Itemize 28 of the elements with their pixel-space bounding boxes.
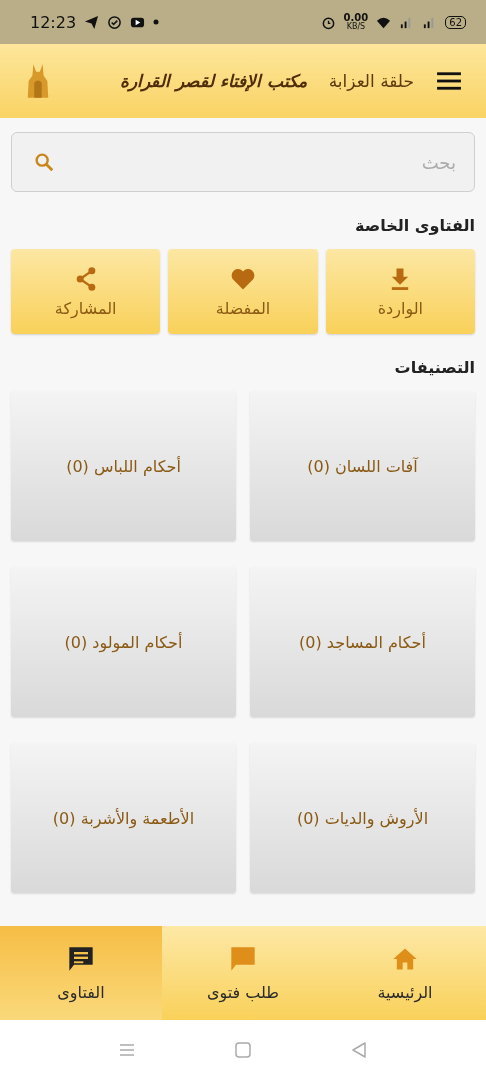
clock-time: 12:23 [30,12,77,32]
nav-tab[interactable]: طلب فتوى [162,926,324,1020]
check-circle-icon [107,14,123,30]
battery-level: 62 [445,15,466,29]
app-title: مكتب الإفتاء لقصر القرارة [118,71,307,91]
paper-plane-icon [84,14,100,30]
message-icon [67,944,95,973]
category-tile[interactable]: أحكام المساجد (0) [250,567,475,717]
header-subtitle: حلقة العزابة [328,71,414,91]
nav-tab[interactable]: الفتاوى [0,926,162,1020]
home-button-icon[interactable] [233,1040,253,1060]
shared-button[interactable]: المشاركة [11,249,161,334]
nav-tab[interactable]: الرئيسية [324,926,486,1020]
favorites-button[interactable]: المفضلة [168,249,318,334]
category-tile[interactable]: أحكام اللباس (0) [11,391,236,541]
search-field[interactable]: بحث [11,132,475,192]
back-icon[interactable] [349,1040,369,1060]
notification-dot-icon [153,19,160,25]
network-speed: 0.00 KB/S [343,13,369,31]
category-tile[interactable]: الأروش والديات (0) [250,743,475,893]
section-title: التصنيفات [393,358,475,377]
category-tile[interactable]: الأطعمة والأشربة (0) [11,743,236,893]
section-title: الفتاوى الخاصة [354,216,475,235]
category-tile[interactable]: أحكام المولود (0) [11,567,236,717]
inbox-button[interactable]: الواردة [325,249,475,334]
category-tile[interactable]: آفات اللسان (0) [250,391,475,541]
chat-bubble-icon [229,944,257,973]
search-icon[interactable] [33,151,55,173]
